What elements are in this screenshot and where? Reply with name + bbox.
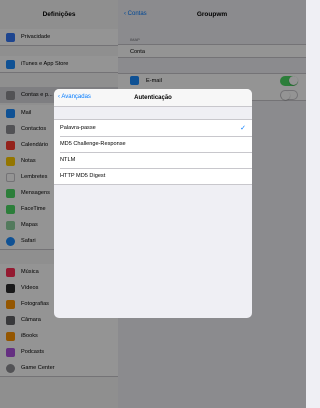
auth-option-http-md5-digest[interactable]: HTTP MD5 Digest [54, 168, 252, 184]
modal-title: Autenticação [134, 94, 172, 101]
auth-option-md5-challenge[interactable]: MD5 Challenge-Response [54, 136, 252, 152]
auth-options-list: Palavra-passe ✓ MD5 Challenge-Response N… [54, 119, 252, 185]
auth-option-password[interactable]: Palavra-passe ✓ [54, 120, 252, 136]
modal-nav-bar: ‹ Avançadas Autenticação [54, 89, 252, 107]
auth-option-ntlm[interactable]: NTLM [54, 152, 252, 168]
checkmark-icon: ✓ [240, 124, 246, 132]
authentication-modal: ‹ Avançadas Autenticação Palavra-passe ✓… [54, 89, 252, 318]
